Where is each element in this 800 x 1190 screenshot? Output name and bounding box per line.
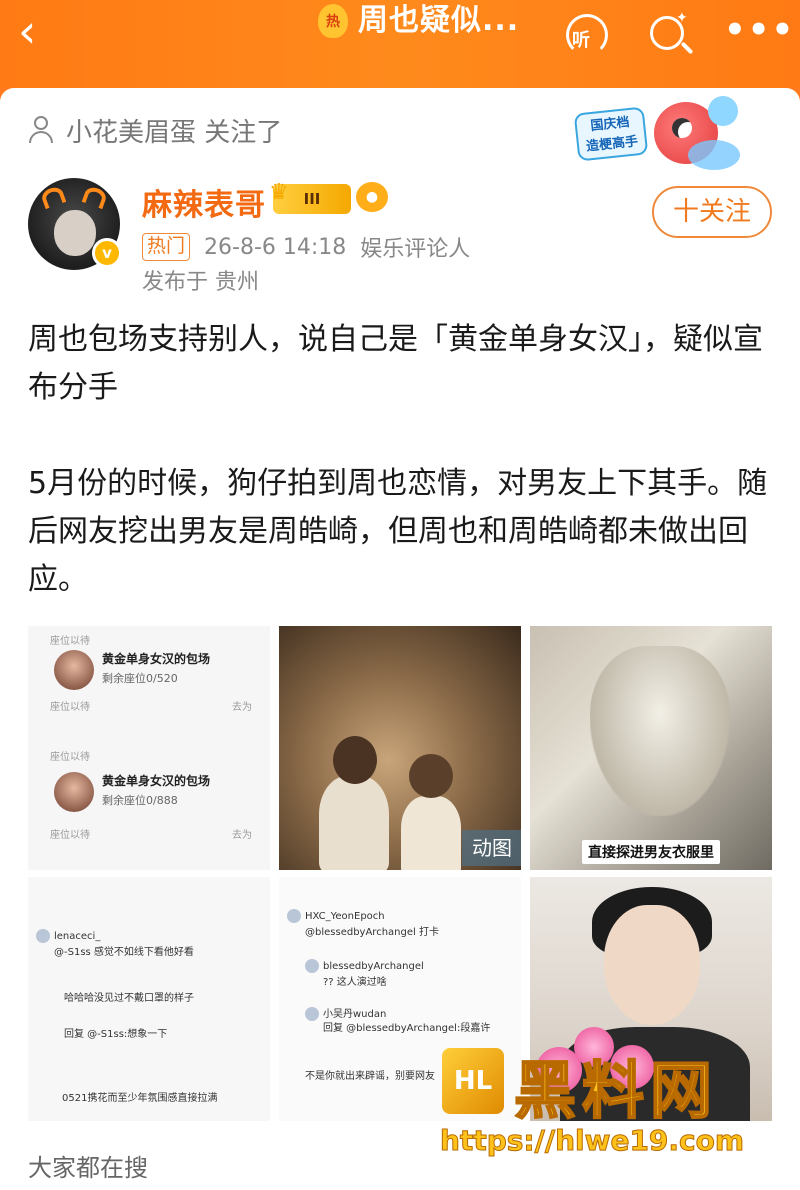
watermark-title: 黑料网 — [513, 1053, 719, 1128]
image-caption: 直接探进男友衣服里 — [582, 840, 720, 864]
post-paragraph: 周也包场支持别人，说自己是「黄金单身女汉」，疑似宣布分手 — [28, 322, 763, 405]
follow-notice-text: 小花美眉蛋 关注了 — [66, 117, 283, 148]
promo-banner[interactable]: 国庆档 造梗高手 — [568, 96, 748, 178]
person-icon — [28, 116, 54, 144]
top-bar: ‹ 热 周也疑似... 听 ✦ ••• — [0, 0, 800, 88]
watermark-logo-icon: HL — [442, 1048, 504, 1114]
follow-notice: 小花美眉蛋 关注了 — [28, 110, 282, 150]
author-role: 娱乐评论人 — [360, 237, 471, 262]
verified-badge-icon: v — [92, 238, 122, 268]
level-badge[interactable]: ♛ III — [269, 180, 351, 214]
post-image-2[interactable]: 动图 — [279, 626, 521, 870]
hot-tag[interactable]: 热门 — [142, 233, 191, 261]
decoration-icon — [708, 96, 738, 126]
follow-button[interactable]: 十关注 — [652, 186, 772, 238]
watermark-url: https://hlwe19.com — [439, 1124, 745, 1158]
post-time: 26-8-6 14:18 — [204, 234, 347, 260]
page-title: 周也疑似... — [358, 3, 520, 38]
post-image-1[interactable]: 座位以待 黄金单身女汉的包场 剩余座位0/520 座位以待 去为 座位以待 黄金… — [28, 626, 270, 870]
promo-label: 国庆档 造梗高手 — [573, 106, 649, 162]
watermark: HL 黑料网 https://hlwe19.com — [436, 1040, 766, 1190]
event-card: 黄金单身女汉的包场 剩余座位0/520 — [40, 644, 262, 702]
post-meta: 热门 26-8-6 14:18 娱乐评论人 — [142, 230, 470, 264]
crown-icon: ♛ — [269, 180, 289, 205]
author-name[interactable]: 麻辣表哥 — [142, 180, 266, 224]
search-icon[interactable]: ✦ — [644, 10, 694, 58]
everyone-searching-heading: 大家都在搜 — [28, 1154, 148, 1182]
hot-topic-badge: 热 — [318, 4, 348, 38]
event-card: 黄金单身女汉的包场 剩余座位0/888 — [40, 766, 262, 824]
post-body: 周也包场支持别人，说自己是「黄金单身女汉」，疑似宣布分手 5月份的时候，狗仔拍到… — [28, 316, 768, 652]
post-paragraph: 5月份的时候，狗仔拍到周也恋情，对男友上下其手。随后网友挖出男友是周皓崎，但周也… — [28, 466, 768, 597]
post-image-3[interactable]: 直接探进男友衣服里 — [530, 626, 772, 870]
more-options-icon[interactable]: ••• — [724, 10, 793, 58]
fish-badge-icon[interactable]: ● — [356, 182, 388, 212]
post-location: 发布于 贵州 — [142, 270, 259, 295]
post-card: 小花美眉蛋 关注了 国庆档 造梗高手 v 麻辣表哥 ♛ III ● 十关注 热门… — [0, 88, 800, 1190]
post-image-4[interactable]: lenaceci_ @-S1ss 感觉不如线下看他好看 哈哈哈没见过不戴口罩的样… — [28, 877, 270, 1121]
back-icon[interactable]: ‹ — [18, 8, 62, 56]
listen-icon[interactable]: 听 — [562, 10, 612, 58]
decoration-icon — [688, 140, 740, 170]
gif-badge: 动图 — [462, 830, 521, 866]
